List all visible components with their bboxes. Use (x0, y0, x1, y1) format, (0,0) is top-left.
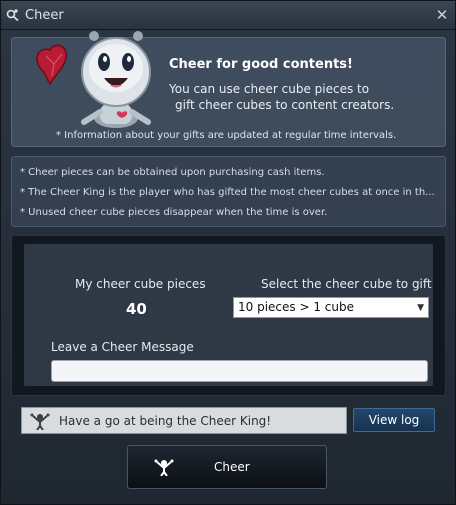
cheer-king-bar: Have a go at being the Cheer King! (21, 407, 347, 434)
cube-select-label: Select the cheer cube to gift (261, 277, 432, 291)
note-line: * Cheer pieces can be obtained upon purc… (20, 167, 325, 178)
close-icon: ✕ (435, 6, 449, 24)
cheer-button[interactable]: Cheer (127, 445, 327, 489)
cube-pieces-count: 40 (126, 300, 147, 318)
note-line: * Unused cheer cube pieces disappear whe… (20, 207, 328, 218)
cheering-person-icon (30, 413, 50, 430)
window-title: Cheer (25, 7, 64, 23)
robot-mascot-icon (36, 31, 151, 128)
cheer-button-label: Cheer (214, 460, 250, 474)
banner-description: You can use cheer cube pieces to gift ch… (169, 81, 439, 113)
cheering-person-icon (154, 459, 174, 476)
gift-panel: My cheer cube pieces 40 Select the cheer… (11, 235, 446, 396)
chevron-down-icon: ▼ (417, 303, 424, 313)
gift-form: My cheer cube pieces 40 Select the cheer… (24, 244, 433, 386)
banner-title: Cheer for good contents! (169, 57, 353, 72)
view-log-button[interactable]: View log (353, 408, 435, 432)
close-button[interactable]: ✕ (435, 6, 449, 24)
cube-select-dropdown[interactable]: 10 pieces > 1 cube ▼ (233, 297, 429, 318)
banner-description-line-2: gift cheer cubes to content creators. (175, 98, 395, 112)
cheer-message-input[interactable] (51, 360, 428, 382)
cheer-banner: Cheer for good contents! You can use che… (11, 31, 446, 147)
banner-note: * Information about your gifts are updat… (56, 130, 397, 141)
cheer-dialog: Cheer ✕ Cheer for good contents! You can… (0, 0, 456, 505)
cheer-app-icon (6, 9, 19, 22)
banner-description-line-1: You can use cheer cube pieces to (169, 82, 370, 96)
heart-cube-icon (36, 44, 67, 86)
info-notes: * Cheer pieces can be obtained upon purc… (11, 156, 446, 227)
cheer-king-text: Have a go at being the Cheer King! (59, 413, 272, 428)
note-line: * The Cheer King is the player who has g… (20, 187, 435, 198)
cheer-message-label: Leave a Cheer Message (51, 340, 194, 354)
cube-select-value: 10 pieces > 1 cube (238, 300, 354, 314)
cube-pieces-label: My cheer cube pieces (75, 277, 206, 291)
